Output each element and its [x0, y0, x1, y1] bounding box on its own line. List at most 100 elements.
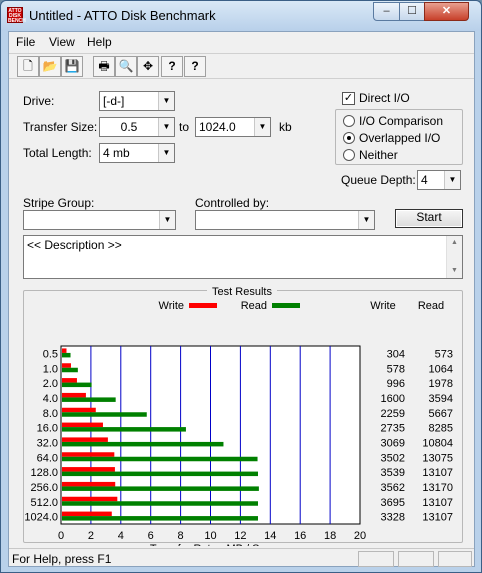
x-tick-label: 6	[148, 530, 154, 542]
read-bar	[62, 412, 147, 417]
legend-write-label: Write	[159, 300, 184, 312]
menu-bar: File View Help	[9, 32, 474, 51]
y-tick-label: 128.0	[30, 467, 58, 479]
transfer-size-to-select[interactable]: 1024.0 ▼	[195, 117, 271, 137]
read-value: 573	[435, 348, 453, 360]
y-tick-label: 16.0	[37, 423, 58, 435]
menu-help[interactable]: Help	[87, 35, 112, 49]
transfer-to-label: to	[179, 120, 190, 134]
write-value: 2735	[381, 423, 405, 435]
start-button[interactable]: Start	[395, 209, 463, 228]
print-preview-button[interactable]: 🔍	[115, 56, 137, 77]
chevron-down-icon: ▼	[444, 171, 460, 189]
description-field[interactable]: << Description >> ▲ ▼	[23, 235, 463, 279]
open-button[interactable]: 📂	[39, 56, 61, 77]
y-tick-label: 1024.0	[24, 512, 58, 524]
controlled-by-select[interactable]: ▼	[195, 210, 375, 230]
queue-depth-select[interactable]: 4 ▼	[417, 170, 461, 190]
transfer-size-from-select[interactable]: 0.5 ▼	[99, 117, 175, 137]
maximize-button[interactable]: ☐	[399, 2, 425, 21]
read-bar	[62, 516, 258, 521]
title-bar[interactable]: ATTO DISK BENCH Untitled - ATTO Disk Ben…	[1, 1, 481, 31]
x-tick-label: 8	[178, 530, 184, 542]
x-tick-label: 4	[118, 530, 124, 542]
read-bar	[62, 456, 258, 462]
y-tick-label: 4.0	[43, 393, 58, 405]
drive-label: Drive:	[23, 94, 55, 108]
read-value: 13170	[422, 482, 453, 494]
write-value: 3502	[381, 452, 405, 464]
neither-label: Neither	[359, 148, 398, 162]
toolbar: 🗋 📂 💾 🖶 🔍 ✥ ? ?	[9, 53, 474, 79]
write-bar	[62, 496, 118, 502]
legend-write-swatch	[189, 303, 217, 308]
read-value: 3594	[429, 393, 453, 405]
print-icon: 🖶	[98, 59, 110, 73]
transfer-size-from-value: 0.5	[120, 120, 138, 134]
write-bar	[62, 437, 108, 442]
read-bar	[62, 397, 116, 402]
y-tick-label: 2.0	[43, 378, 58, 390]
direct-io-label: Direct I/O	[359, 91, 410, 105]
save-button[interactable]: 💾	[61, 56, 83, 77]
read-value: 8285	[429, 423, 453, 435]
read-value: 13075	[422, 452, 453, 464]
chevron-down-icon: ▼	[358, 211, 374, 229]
overlapped-io-label: Overlapped I/O	[359, 131, 441, 145]
read-bar	[62, 427, 186, 432]
y-tick-label: 512.0	[30, 497, 58, 509]
chevron-down-icon: ▼	[159, 211, 175, 229]
scroll-down-icon[interactable]: ▼	[447, 264, 462, 278]
write-value: 578	[387, 363, 405, 375]
client-area: File View Help 🗋 📂 💾 🖶 🔍 ✥ ? ? Drive: [-…	[8, 31, 475, 567]
stripe-group-select[interactable]: ▼	[23, 210, 176, 230]
legend-read-swatch	[272, 303, 300, 308]
io-comparison-radio[interactable]	[343, 115, 355, 127]
description-text: << Description >>	[27, 238, 122, 252]
read-value: 1064	[429, 363, 453, 375]
write-value: 3695	[381, 497, 405, 509]
neither-radio[interactable]	[343, 149, 355, 161]
controlled-by-label: Controlled by:	[195, 196, 270, 210]
minimize-button[interactable]: ‒	[373, 2, 400, 21]
drive-value: [-d-]	[103, 94, 125, 108]
maximize-icon: ☐	[407, 5, 417, 17]
test-results-chart: Test Results Write Read Write Read 0 2 4 6 8 10 12 1…	[24, 285, 453, 546]
description-scrollbar[interactable]: ▲ ▼	[446, 236, 462, 278]
scroll-up-icon[interactable]: ▲	[447, 236, 462, 250]
atto-app-icon[interactable]: ATTO DISK BENCH	[7, 7, 26, 24]
y-tick-label: 32.0	[37, 437, 58, 449]
write-value: 3562	[381, 482, 405, 494]
read-bar	[62, 441, 224, 447]
status-text: For Help, press F1	[12, 552, 112, 566]
menu-view[interactable]: View	[49, 35, 75, 49]
status-panel-3	[438, 551, 472, 567]
x-tick-label: 2	[88, 530, 94, 542]
read-bar	[62, 367, 78, 373]
write-value: 304	[387, 348, 405, 360]
write-value: 1600	[381, 393, 405, 405]
write-value: 3069	[381, 437, 405, 449]
print-button[interactable]: 🖶	[93, 56, 115, 77]
context-help-button[interactable]: ?	[184, 56, 206, 77]
move-button[interactable]: ✥	[137, 56, 159, 77]
total-length-value: 4 mb	[103, 146, 130, 160]
read-bar	[62, 382, 92, 388]
read-bar	[62, 501, 258, 506]
menu-file[interactable]: File	[16, 35, 35, 49]
y-tick-label: 1.0	[43, 363, 58, 375]
close-button[interactable]: ✕	[424, 2, 469, 21]
new-button[interactable]: 🗋	[17, 56, 39, 77]
column-header-read: Read	[418, 300, 444, 312]
write-bar	[62, 363, 71, 368]
drive-select[interactable]: [-d-] ▼	[99, 91, 175, 111]
help-button[interactable]: ?	[161, 56, 183, 77]
read-bar	[62, 352, 71, 358]
x-tick-label: 12	[234, 530, 246, 542]
queue-depth-value: 4	[421, 173, 428, 187]
write-value: 2259	[381, 408, 405, 420]
overlapped-io-radio[interactable]	[343, 132, 355, 144]
read-value: 13107	[422, 497, 453, 509]
direct-io-checkbox[interactable]: ✓	[342, 92, 355, 105]
total-length-select[interactable]: 4 mb ▼	[99, 143, 175, 163]
